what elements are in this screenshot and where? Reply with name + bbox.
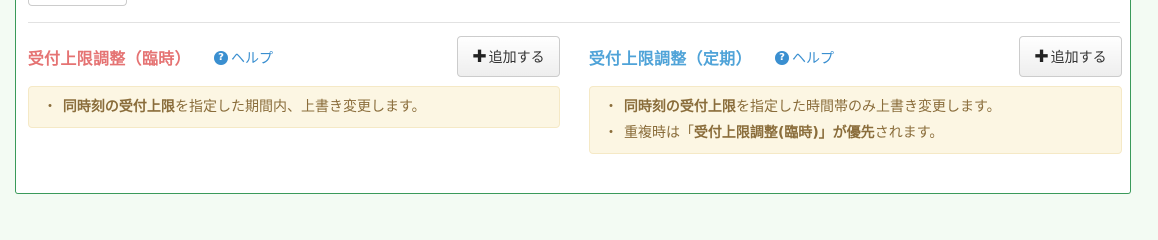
temporary-help-label: ヘルプ [231,51,273,67]
note-text: を指定した期間内、上書き変更します。 [175,99,426,115]
temporary-add-label: 追加する [488,49,545,66]
note-text: されます。 [874,125,944,141]
plus-icon: ✚ [1034,46,1049,67]
temporary-note-box: ・同時刻の受付上限を指定した期間内、上書き変更します。 [28,86,560,128]
note-emphasis: 同時刻の受付上限 [63,99,175,115]
note-emphasis: 同時刻の受付上限 [624,99,736,115]
regular-add-button[interactable]: ✚ 追加する [1019,36,1122,77]
regular-limit-title: 受付上限調整（定期） [589,49,753,68]
note-line: ・重複時は「受付上限調整(臨時)」が優先されます。 [604,120,1107,146]
note-text: を指定した時間帯のみ上書き変更します。 [736,99,1001,115]
regular-limit-section: 受付上限調整（定期） ? ヘルプ ✚ 追加する ・同時刻の受付上限を指定した時間… [589,36,1122,154]
note-bullet: ・ [604,99,618,115]
regular-note-box: ・同時刻の受付上限を指定した時間帯のみ上書き変更します。 ・重複時は「受付上限調… [589,86,1122,154]
section-divider [28,22,1120,23]
previous-section-button[interactable] [28,0,127,6]
temporary-limit-header: 受付上限調整（臨時） ? ヘルプ ✚ 追加する [28,36,560,80]
settings-panel: 受付上限調整（臨時） ? ヘルプ ✚ 追加する ・同時刻の受付上限を指定した期間… [15,0,1131,194]
temporary-add-button[interactable]: ✚ 追加する [457,36,560,77]
regular-limit-header: 受付上限調整（定期） ? ヘルプ ✚ 追加する [589,36,1122,80]
note-line: ・同時刻の受付上限を指定した期間内、上書き変更します。 [43,94,545,120]
temporary-help-link[interactable]: ? ヘルプ [214,48,273,68]
note-line: ・同時刻の受付上限を指定した時間帯のみ上書き変更します。 [604,94,1107,120]
temporary-limit-section: 受付上限調整（臨時） ? ヘルプ ✚ 追加する ・同時刻の受付上限を指定した期間… [28,36,560,128]
regular-help-label: ヘルプ [792,51,834,67]
regular-help-link[interactable]: ? ヘルプ [775,48,834,68]
question-circle-icon: ? [214,51,228,65]
note-text: 重複時は「 [624,125,694,141]
note-bullet: ・ [604,125,618,141]
temporary-limit-title: 受付上限調整（臨時） [28,49,192,68]
plus-icon: ✚ [472,46,487,67]
note-bullet: ・ [43,99,57,115]
note-emphasis: 受付上限調整(臨時)」が優先 [694,125,875,141]
regular-add-label: 追加する [1050,49,1107,66]
question-circle-icon: ? [775,51,789,65]
